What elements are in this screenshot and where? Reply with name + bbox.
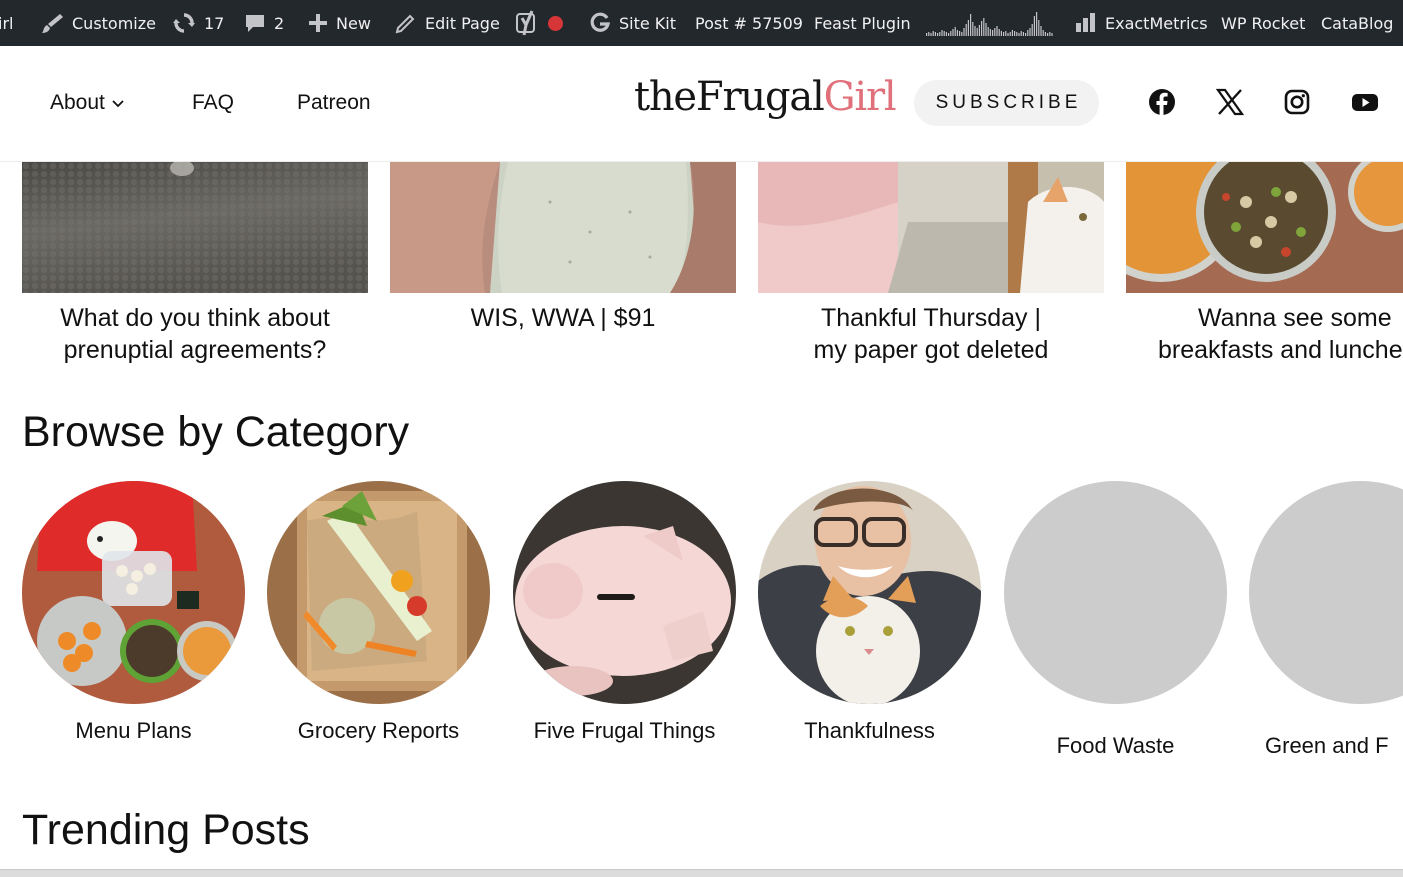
chevron-down-icon <box>111 91 125 115</box>
site-kit-menu[interactable]: Site Kit <box>589 0 676 46</box>
browse-by-category-heading: Browse by Category <box>22 408 410 456</box>
cat-hallway-image <box>758 162 1104 293</box>
post-title-line: Thankful Thursday | <box>820 304 1042 332</box>
query-monitor-sparkline[interactable] <box>926 0 1054 46</box>
customize-link[interactable]: Customize <box>40 0 156 46</box>
facebook-icon[interactable] <box>1148 88 1176 116</box>
lunch-tins-image <box>1126 162 1403 293</box>
woman-with-cat-image <box>758 481 981 704</box>
post-thumbnail[interactable] <box>390 162 736 293</box>
edit-page-link[interactable]: Edit Page <box>395 0 500 46</box>
nav-patreon-label: Patreon <box>297 91 371 114</box>
yoast-seo-menu[interactable] <box>516 0 563 46</box>
admin-bar-site-name[interactable]: irl <box>0 0 13 46</box>
post-title-line: breakfasts and lunche <box>1158 336 1403 364</box>
nav-about-label: About <box>50 91 105 114</box>
x-icon[interactable] <box>1216 88 1244 116</box>
post-thumbnail[interactable] <box>1126 162 1403 293</box>
post-id-label: Post # 57509 <box>695 13 803 33</box>
category-label[interactable]: Green and F <box>1249 733 1403 759</box>
site-logo[interactable]: theFrugalGirl <box>634 74 897 120</box>
horizontal-scrollbar[interactable] <box>0 869 1403 877</box>
youtube-icon[interactable] <box>1351 88 1379 116</box>
piggy-bank-image <box>513 481 736 704</box>
category-green-placeholder[interactable] <box>1249 481 1403 704</box>
category-label[interactable]: Menu Plans <box>22 718 245 744</box>
wp-rocket-menu[interactable]: WP Rocket <box>1221 0 1305 46</box>
post-title-line: my paper got deleted <box>813 336 1049 364</box>
post-title-line: prenuptial agreements? <box>63 336 327 364</box>
post-title-line: Wanna see some <box>1198 304 1392 332</box>
new-label: New <box>336 13 371 33</box>
exactmetrics-label: ExactMetrics <box>1105 13 1208 33</box>
nav-item-faq[interactable]: FAQ <box>192 91 234 115</box>
google-g-icon <box>589 12 611 34</box>
category-grocery-reports-image[interactable] <box>267 481 490 704</box>
category-label[interactable]: Thankfulness <box>758 718 981 744</box>
post-title-link[interactable]: Wanna see some breakfasts and lunche <box>1126 302 1403 366</box>
new-content-link[interactable]: New <box>308 0 371 46</box>
site-kit-label: Site Kit <box>619 13 677 33</box>
category-thankfulness-image[interactable] <box>758 481 981 704</box>
paintbrush-icon <box>40 12 64 34</box>
exactmetrics-menu[interactable]: ExactMetrics <box>1075 0 1208 46</box>
subscribe-button[interactable]: SUBSCRIBE <box>914 80 1099 126</box>
yoast-logo-icon <box>516 10 540 36</box>
catablog-menu[interactable]: CataBlog <box>1321 0 1393 46</box>
nav-item-patreon[interactable]: Patreon <box>297 91 371 115</box>
category-food-waste-placeholder[interactable] <box>1004 481 1227 704</box>
post-thumbnail[interactable] <box>22 162 368 293</box>
feast-plugin-menu[interactable]: Feast Plugin <box>814 0 911 46</box>
logo-accent-text: Girl <box>823 74 897 120</box>
updates-refresh-icon <box>172 11 196 35</box>
post-title-link[interactable]: What do you think about prenuptial agree… <box>22 302 368 366</box>
wp-admin-bar: irl Customize 17 2 New Edit Page Site Ki… <box>0 0 1403 46</box>
logo-main-text: theFrugal <box>634 74 825 120</box>
catablog-label: CataBlog <box>1321 13 1394 33</box>
post-title-link[interactable]: WIS, WWA | $91 <box>390 302 736 334</box>
subscribe-label: SUBSCRIBE <box>935 92 1082 113</box>
leather-texture-image <box>22 162 368 293</box>
category-five-frugal-things-image[interactable] <box>513 481 736 704</box>
instagram-icon[interactable] <box>1283 88 1311 116</box>
updates-count: 17 <box>204 13 225 33</box>
site-name-text: irl <box>0 13 14 33</box>
updates-link[interactable]: 17 <box>172 0 224 46</box>
bar-chart-icon <box>1075 12 1097 34</box>
produce-box-image <box>267 481 490 704</box>
lunch-bag-image <box>22 481 245 704</box>
dressing-jar-image <box>390 162 736 293</box>
category-label[interactable]: Five Frugal Things <box>513 718 736 744</box>
comment-bubble-icon <box>244 12 266 34</box>
post-title-line: WIS, WWA | $91 <box>470 304 656 332</box>
nav-faq-label: FAQ <box>192 91 235 114</box>
feast-plugin-label: Feast Plugin <box>814 13 911 33</box>
activity-sparkline-icon <box>926 12 1053 36</box>
post-thumbnail[interactable] <box>758 162 1104 293</box>
pencil-icon <box>395 12 417 34</box>
edit-page-label: Edit Page <box>425 13 500 33</box>
comments-link[interactable]: 2 <box>244 0 284 46</box>
post-title-link[interactable]: Thankful Thursday | my paper got deleted <box>758 302 1104 366</box>
comments-count: 2 <box>274 13 285 33</box>
wp-rocket-label: WP Rocket <box>1221 13 1306 33</box>
customize-label: Customize <box>72 13 156 33</box>
plus-icon <box>308 13 328 33</box>
trending-posts-heading: Trending Posts <box>22 806 310 854</box>
category-label[interactable]: Food Waste <box>1004 733 1227 759</box>
category-menu-plans-image[interactable] <box>22 481 245 704</box>
category-label[interactable]: Grocery Reports <box>267 718 490 744</box>
site-header: About FAQ Patreon theFrugalGirl SUBSCRIB… <box>0 46 1403 162</box>
seo-status-dot-icon <box>548 15 563 31</box>
nav-item-about[interactable]: About <box>50 91 125 115</box>
post-id-item[interactable]: Post # 57509 <box>695 0 803 46</box>
post-title-line: What do you think about <box>60 304 330 332</box>
